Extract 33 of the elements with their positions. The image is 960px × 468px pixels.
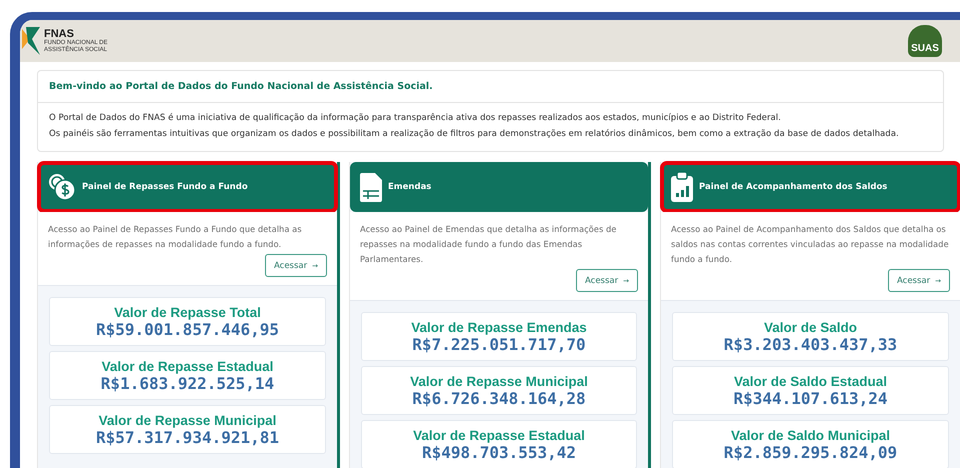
stat-label: Valor de Repasse Municipal bbox=[410, 374, 588, 388]
logo-name: FNAS bbox=[44, 28, 74, 40]
stat-label: Valor de Saldo bbox=[764, 320, 858, 334]
intro-title: Bem-vindo ao Portal de Dados do Fundo Nacional de Assistência Social. bbox=[38, 71, 943, 103]
intro-paragraph: Os painéis são ferramentas intuitivas que organizam os dados e possibilitam a realização de filtros para demonstrações em relatórios dinâmicos, bem como a extração da base de dados detalhada. bbox=[49, 128, 900, 141]
card-description: Acesso ao Painel de Repasses Fundo a Fundo que detalha as informações de repasses na modalidade fundo a fundo. bbox=[48, 223, 303, 251]
card-title: Painel de Acompanhamento dos Saldos bbox=[699, 182, 888, 192]
stat-label: Valor de Repasse Total bbox=[114, 304, 261, 320]
clipboard-chart-icon bbox=[671, 172, 693, 202]
stat-value: R$1.683.922.525,14 bbox=[100, 374, 274, 392]
stat-label: Valor de Repasse Estadual bbox=[102, 358, 274, 374]
stat-value: R$59.001.857.446,95 bbox=[96, 320, 280, 338]
document-icon bbox=[360, 172, 382, 202]
card-title: Emendas bbox=[388, 182, 432, 192]
suas-logo: SUAS bbox=[908, 25, 942, 57]
stat-label: Valor de Repasse Emendas bbox=[411, 320, 587, 334]
stat-value: R$2.859.295.824,09 bbox=[724, 442, 898, 462]
stat-label: Valor de Repasse Municipal bbox=[98, 412, 276, 428]
card-title: Painel de Repasses Fundo a Fundo bbox=[82, 182, 248, 192]
stat-label: Valor de Saldo Estadual bbox=[734, 374, 888, 388]
card-description: Acesso ao Painel de Acompanhamento dos Saldos que detalha os saldos nas contas correntes vinculadas ao repasse na modalidade fundo a fundo. bbox=[671, 223, 950, 266]
stat-label: Valor de Saldo Municipal bbox=[730, 428, 890, 442]
stat-value: R$498.703.553,42 bbox=[422, 442, 576, 462]
stat-value: R$57.317.934.921,81 bbox=[96, 428, 280, 446]
intro-paragraph: O Portal de Dados do FNAS é uma iniciativa de qualificação da informação para transparência ativa dos repasses realizados aos estados, municípios e ao Distrito Federal. bbox=[49, 112, 782, 125]
logo-mark-icon bbox=[20, 27, 42, 55]
stat-label: Valor de Repasse Estadual bbox=[413, 428, 585, 442]
stat-value: R$7.225.051.717,70 bbox=[412, 334, 586, 354]
stat-value: R$3.203.403.437,33 bbox=[724, 334, 898, 354]
stat-value: R$6.726.348.164,28 bbox=[412, 388, 586, 408]
card-description: Acesso ao Painel de Emendas que detalha as informações de repasses na modalidade fundo a fundo das Emendas Parlamentares. bbox=[360, 223, 618, 266]
stat-value: R$344.107.613,24 bbox=[733, 388, 888, 408]
coins-icon bbox=[48, 172, 76, 202]
